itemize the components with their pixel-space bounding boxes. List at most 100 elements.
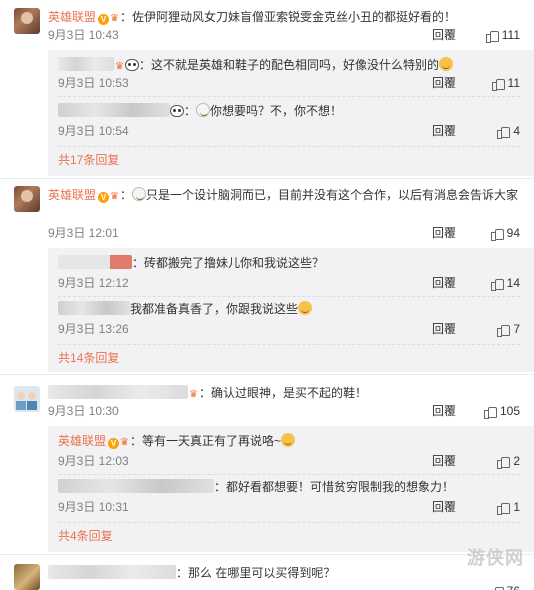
timestamp: 9月3日 10:30 bbox=[48, 404, 119, 418]
timestamp: 9月3日 10:53 bbox=[58, 76, 129, 90]
like-button[interactable]: 2 bbox=[497, 452, 520, 470]
thumbs-up-icon bbox=[497, 501, 511, 515]
reply-meta: 9月3日 12:03 回覆 2 bbox=[58, 452, 520, 470]
reply-list: ♛ ：这不就是英雄和鞋子的配色相同吗，好像没什么特别的 9月3日 10:53 回覆 1… bbox=[48, 50, 534, 176]
doge-emoji-icon bbox=[132, 187, 146, 201]
timestamp: 9月3日 13:26 bbox=[58, 322, 129, 336]
comment-text: ：那么 在哪里可以买得到呢？ bbox=[48, 564, 520, 582]
like-count: 94 bbox=[506, 226, 520, 240]
like-button[interactable]: 14 bbox=[490, 274, 520, 292]
panda-emoji-icon bbox=[170, 105, 184, 117]
timestamp: 9月3日 12:01 bbox=[48, 226, 119, 240]
author-name[interactable]: 英雄联盟 bbox=[48, 10, 96, 24]
reply-text: 英雄联盟 V ♛：等有一天真正有了再说咯~ bbox=[58, 432, 520, 452]
thumbs-up-icon bbox=[483, 405, 497, 419]
divider bbox=[0, 178, 534, 179]
comment-meta: 76 bbox=[48, 582, 520, 590]
reply-text: ♛ ：这不就是英雄和鞋子的配色相同吗，好像没什么特别的 bbox=[58, 56, 520, 76]
like-button[interactable]: 105 bbox=[483, 402, 520, 420]
timestamp: 9月3日 10:31 bbox=[58, 500, 129, 514]
blurred-username[interactable] bbox=[58, 255, 132, 269]
author-name[interactable]: 英雄联盟 bbox=[48, 188, 96, 202]
blurred-username[interactable] bbox=[58, 57, 114, 71]
reply-button[interactable]: 回覆 bbox=[432, 224, 456, 242]
more-replies-link[interactable]: 共4条回复 bbox=[58, 528, 113, 544]
thumbs-up-icon bbox=[491, 585, 504, 590]
reply-meta: 9月3日 13:26 回覆 7 bbox=[58, 320, 520, 338]
reply-meta: 9月3日 10:54 回覆 4 bbox=[58, 122, 520, 140]
laugh-emoji-icon bbox=[281, 433, 295, 447]
comment-text: 英雄联盟 V ♛：佐伊阿狸动风女刀妹盲僧亚索锐雯金克丝小丑的都挺好看的！ bbox=[48, 8, 520, 28]
blurred-username[interactable] bbox=[48, 565, 176, 579]
divider bbox=[58, 522, 520, 523]
comment-text: ♛：确认过眼神，是买不起的鞋！ bbox=[48, 384, 520, 404]
reply-button[interactable]: 回覆 bbox=[432, 402, 456, 420]
divider bbox=[58, 96, 520, 97]
comment-text: 英雄联盟 V ♛： 只是一个设计脑洞而已，目前并没有这个合作，以后有消息会告诉大家 bbox=[48, 186, 520, 206]
reply-meta: 9月3日 10:31 回覆 1 bbox=[58, 498, 520, 516]
vip-icon: ♛ bbox=[110, 191, 119, 202]
author-name[interactable]: 英雄联盟 bbox=[58, 434, 106, 448]
reply-list: 英雄联盟 V ♛：等有一天真正有了再说咯~ 9月3日 12:03 回覆 2 ：都好看都想… bbox=[48, 426, 534, 552]
comment-meta: 9月3日 12:01 回覆 94 bbox=[48, 224, 520, 242]
like-button[interactable]: 1 bbox=[497, 498, 520, 516]
divider bbox=[58, 146, 520, 147]
comment-meta: 9月3日 10:30 回覆 105 bbox=[48, 402, 520, 420]
timestamp: 9月3日 12:12 bbox=[58, 276, 129, 290]
verified-icon: V bbox=[98, 192, 110, 203]
reply-text: 我都准备真香了，你跟我说这些 bbox=[58, 300, 520, 318]
vip-icon: ♛ bbox=[120, 437, 129, 448]
like-count: 105 bbox=[499, 404, 520, 418]
more-replies-link[interactable]: 共17条回复 bbox=[58, 152, 119, 168]
like-button[interactable]: 7 bbox=[497, 320, 520, 338]
timestamp: 9月3日 12:03 bbox=[58, 454, 129, 468]
reply-button[interactable]: 回覆 bbox=[432, 74, 456, 92]
blurred-username[interactable] bbox=[58, 301, 130, 315]
avatar[interactable] bbox=[14, 564, 40, 590]
like-count: 1 bbox=[513, 500, 520, 514]
verified-icon: V bbox=[108, 438, 120, 449]
reply-meta: 9月3日 12:12 回覆 14 bbox=[58, 274, 520, 292]
comment-meta: 9月3日 10:43 回覆 111 bbox=[48, 26, 520, 44]
panda-emoji-icon bbox=[124, 59, 139, 71]
verified-icon: V bbox=[98, 14, 110, 25]
more-replies-link[interactable]: 共14条回复 bbox=[58, 350, 119, 366]
reply-text: ：砖都搬完了撸妹儿你和我说这些？ bbox=[58, 254, 520, 272]
like-count: 2 bbox=[513, 454, 520, 468]
thumbs-up-icon bbox=[490, 277, 504, 291]
divider bbox=[58, 344, 520, 345]
divider bbox=[0, 374, 534, 375]
like-button[interactable]: 4 bbox=[497, 122, 520, 140]
divider bbox=[0, 554, 534, 555]
reply-button[interactable]: 回覆 bbox=[432, 498, 456, 516]
thumbs-up-icon bbox=[485, 29, 499, 43]
reply-button[interactable]: 回覆 bbox=[432, 320, 456, 338]
like-count: 111 bbox=[501, 28, 520, 42]
reply-button[interactable]: 回覆 bbox=[432, 452, 456, 470]
blurred-username[interactable] bbox=[58, 479, 214, 493]
like-count: 76 bbox=[507, 582, 520, 590]
divider bbox=[58, 296, 520, 297]
like-button[interactable]: 76 bbox=[491, 582, 520, 590]
doge-emoji-icon bbox=[196, 103, 211, 117]
reply-button[interactable]: 回覆 bbox=[432, 274, 456, 292]
reply-button[interactable]: 回覆 bbox=[432, 122, 456, 140]
like-button[interactable]: 11 bbox=[491, 74, 520, 92]
blurred-username[interactable] bbox=[58, 103, 170, 117]
grin-emoji-icon bbox=[298, 301, 313, 315]
blurred-username[interactable] bbox=[48, 385, 188, 399]
divider bbox=[58, 474, 520, 475]
reply-button[interactable]: 回覆 bbox=[432, 26, 456, 44]
thumbs-up-icon bbox=[497, 455, 511, 469]
like-count: 7 bbox=[513, 322, 520, 336]
like-count: 14 bbox=[506, 276, 520, 290]
reply-text: ：你想要吗？不，你不想！ bbox=[58, 102, 520, 120]
smile-emoji-icon bbox=[438, 57, 453, 71]
timestamp: 9月3日 10:43 bbox=[48, 28, 119, 42]
avatar[interactable] bbox=[14, 386, 40, 412]
thumbs-up-icon bbox=[490, 227, 504, 241]
avatar[interactable] bbox=[14, 186, 40, 212]
like-button[interactable]: 94 bbox=[490, 224, 520, 242]
like-button[interactable]: 111 bbox=[485, 26, 520, 44]
avatar[interactable] bbox=[14, 8, 40, 34]
